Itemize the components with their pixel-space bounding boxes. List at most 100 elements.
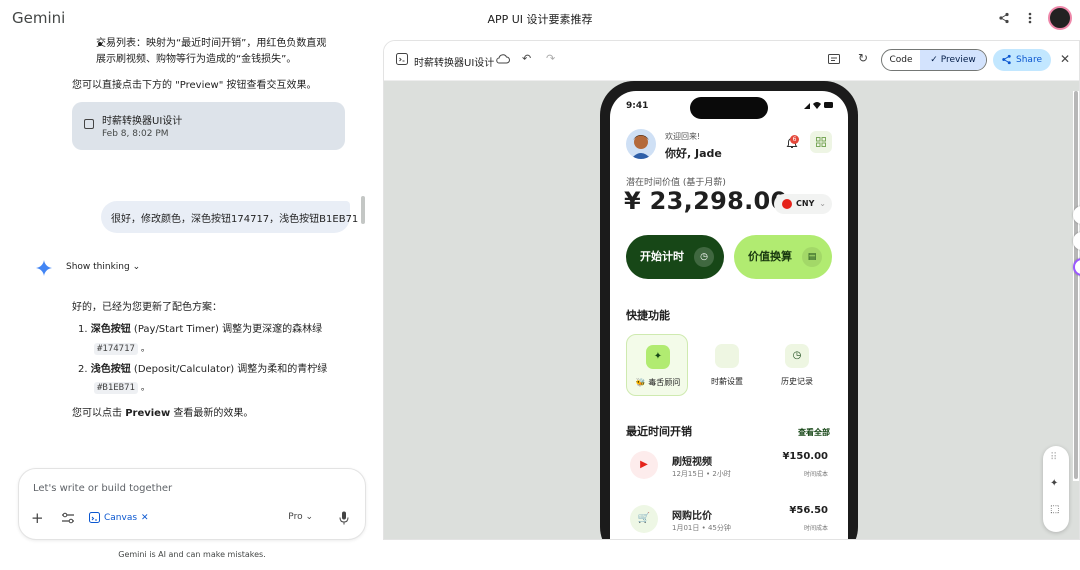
canvas-chip[interactable]: Canvas ✕ [89, 512, 149, 523]
grid-menu-button[interactable] [810, 131, 832, 153]
currency-code: CNY [796, 199, 815, 208]
transaction-row[interactable]: ▶ 刷短视频 12月15日 • 2小时 ¥150.00 时间成本 [626, 447, 832, 487]
transaction-cost-label: 时间成本 [803, 525, 828, 532]
closing-pre: 您可以点击 [72, 408, 126, 419]
canvas-card[interactable]: 时薪转换器UI设计 Feb 8, 8:02 PM [72, 102, 345, 150]
sparkle-icon: ✦ [646, 345, 670, 369]
redo-icon[interactable]: ↷ [546, 52, 555, 65]
cloud-save-icon[interactable] [496, 53, 510, 65]
document-title: APP UI 设计要素推荐 [487, 13, 593, 26]
preview-tab[interactable]: ✓ Preview [920, 50, 986, 70]
chat-conversation: 交易列表：映射为“最近时间开销”，用红色负数直观 展示刷视频、购物等行为造成的“… [0, 36, 372, 570]
code-tab[interactable]: Code [882, 50, 920, 70]
view-all-link[interactable]: 查看全部 [798, 427, 830, 438]
list-number: 1. [78, 324, 88, 335]
disclaimer: Gemini is AI and can make mistakes. [118, 550, 266, 559]
ai-edit-icon[interactable]: ✦ [1050, 478, 1058, 489]
show-thinking-toggle[interactable]: Show thinking ⌄ [66, 262, 140, 272]
preview-scrollbar[interactable] [1073, 91, 1079, 481]
canvas-card-title: 时薪转换器UI设计 [102, 116, 183, 127]
canvas-title[interactable]: 时薪转换器UI设计 [414, 54, 494, 69]
phone-screen: 9:41 欢迎回来! 你好, Jade 6 潜在时间价值 (基于月薪) ¥ 23… [610, 91, 848, 539]
refresh-icon[interactable]: ↻ [858, 51, 868, 65]
share-label: Share [1016, 55, 1042, 65]
closing-bold: Preview [125, 408, 171, 419]
recent-title: 最近时间开销 [626, 425, 692, 438]
quick-action-history[interactable]: ◷ 历史记录 [766, 334, 828, 396]
preview-tab-label: Preview [940, 55, 976, 65]
quick-action-advisor[interactable]: ✦ 🐝 毒舌顾问 [626, 334, 688, 396]
model-label: Pro [288, 512, 303, 522]
canvas-icon [89, 512, 100, 523]
history-icon: ◷ [785, 344, 809, 368]
quick-action-settings[interactable]: 时薪设置 [696, 334, 758, 396]
select-element-icon[interactable]: ⬚ [1050, 504, 1059, 515]
preview-stage: 9:41 欢迎回来! 你好, Jade 6 潜在时间价值 (基于月薪) ¥ 23… [384, 81, 1079, 539]
gemini-spark-icon [36, 260, 52, 276]
top-bar: Gemini APP UI 设计要素推荐 [0, 0, 1080, 36]
convert-value-label: 价值换算 [748, 250, 792, 263]
mic-icon[interactable] [339, 511, 349, 525]
youtube-icon: ▶ [630, 451, 658, 479]
edge-tabs [1073, 206, 1080, 284]
user-name: 你好, Jade [665, 147, 722, 160]
transaction-name: 网购比价 [672, 511, 712, 522]
drag-handle-icon[interactable]: ⠿ [1050, 452, 1057, 463]
chevron-down-icon: ⌄ [819, 199, 826, 208]
transaction-amount: ¥150.00 [782, 451, 828, 462]
chat-scrollbar[interactable] [361, 196, 365, 224]
share-button[interactable]: Share [993, 49, 1051, 71]
share-icon[interactable] [996, 10, 1012, 26]
close-icon[interactable]: ✕ [141, 513, 149, 523]
signal-wifi-battery-icon [804, 102, 833, 109]
phone-frame: 9:41 欢迎回来! 你好, Jade 6 潜在时间价值 (基于月薪) ¥ 23… [600, 81, 858, 539]
edge-tab[interactable] [1073, 206, 1080, 224]
tools-icon[interactable] [61, 512, 75, 524]
greeting-text: 欢迎回来! [665, 132, 701, 141]
user-avatar[interactable] [626, 129, 656, 159]
add-icon[interactable]: + [31, 509, 44, 527]
quick-action-label: 时薪设置 [711, 377, 743, 386]
console-icon[interactable] [828, 53, 840, 65]
user-message: 很好，修改颜色，深色按钮174717，浅色按钮B1EB71 [101, 201, 358, 233]
undo-icon[interactable]: ↶ [522, 52, 531, 65]
china-flag-icon [782, 199, 792, 209]
color-code-chip: #B1EB71 [94, 382, 138, 394]
account-avatar[interactable] [1048, 6, 1072, 30]
list-bold-term: 深色按钮 [90, 324, 131, 335]
prompt-placeholder[interactable]: Let's write or build together [33, 483, 172, 494]
closing-post: 查看最新的效果。 [170, 408, 254, 419]
floating-tools: ⠿ ✦ ⬚ [1043, 446, 1069, 532]
code-preview-toggle: Code ✓ Preview [881, 49, 987, 71]
status-time: 9:41 [626, 101, 649, 111]
canvas-chip-label: Canvas [104, 512, 138, 523]
cart-icon: 🛒 [630, 505, 658, 533]
preview-hint: 您可以直接点击下方的 "Preview" 按钮查看交互效果。 [72, 80, 317, 91]
start-timer-button[interactable]: 开始计时 ◷ [626, 235, 724, 279]
input-toolbar: + Canvas ✕ Pro ⌄ [31, 509, 353, 529]
model-selector[interactable]: Pro ⌄ [288, 512, 313, 522]
canvas-card-date: Feb 8, 8:02 PM [102, 129, 169, 139]
closing-text: 您可以点击 Preview 查看最新的效果。 [72, 406, 253, 422]
list-text: (Deposit/Calculator) 调整为柔和的青柠绿 [130, 364, 328, 375]
transaction-row[interactable]: 🛒 网购比价 1月01日 • 45分钟 ¥56.50 时间成本 [626, 501, 832, 539]
edge-tab[interactable] [1073, 258, 1080, 276]
prompt-input-box[interactable]: Let's write or build together + Canvas ✕… [18, 468, 366, 540]
quick-action-label: 🐝 毒舌顾问 [635, 378, 681, 387]
value-amount: ¥ 23,298.00 [624, 187, 788, 215]
transaction-name: 刷短视频 [672, 457, 712, 468]
share-icon [1002, 54, 1011, 65]
edge-tab[interactable] [1073, 232, 1080, 250]
convert-value-button[interactable]: 价值换算 ▤ [734, 235, 832, 279]
top-actions [996, 6, 1072, 30]
start-timer-label: 开始计时 [640, 250, 684, 263]
quick-action-label: 历史记录 [781, 377, 813, 386]
transaction-meta: 1月01日 • 45分钟 [672, 524, 731, 532]
grid-icon [816, 137, 826, 147]
list-bold-term: 浅色按钮 [90, 364, 131, 375]
close-panel-icon[interactable]: ✕ [1060, 52, 1070, 66]
canvas-toolbar: 时薪转换器UI设计 ↶ ↷ ↻ Code ✓ Preview Share ✕ [384, 41, 1079, 81]
bullet-text-line1: 交易列表：映射为“最近时间开销”，用红色负数直观 [96, 38, 327, 49]
currency-selector[interactable]: CNY ⌄ [774, 194, 832, 214]
more-vert-icon[interactable] [1022, 10, 1038, 26]
